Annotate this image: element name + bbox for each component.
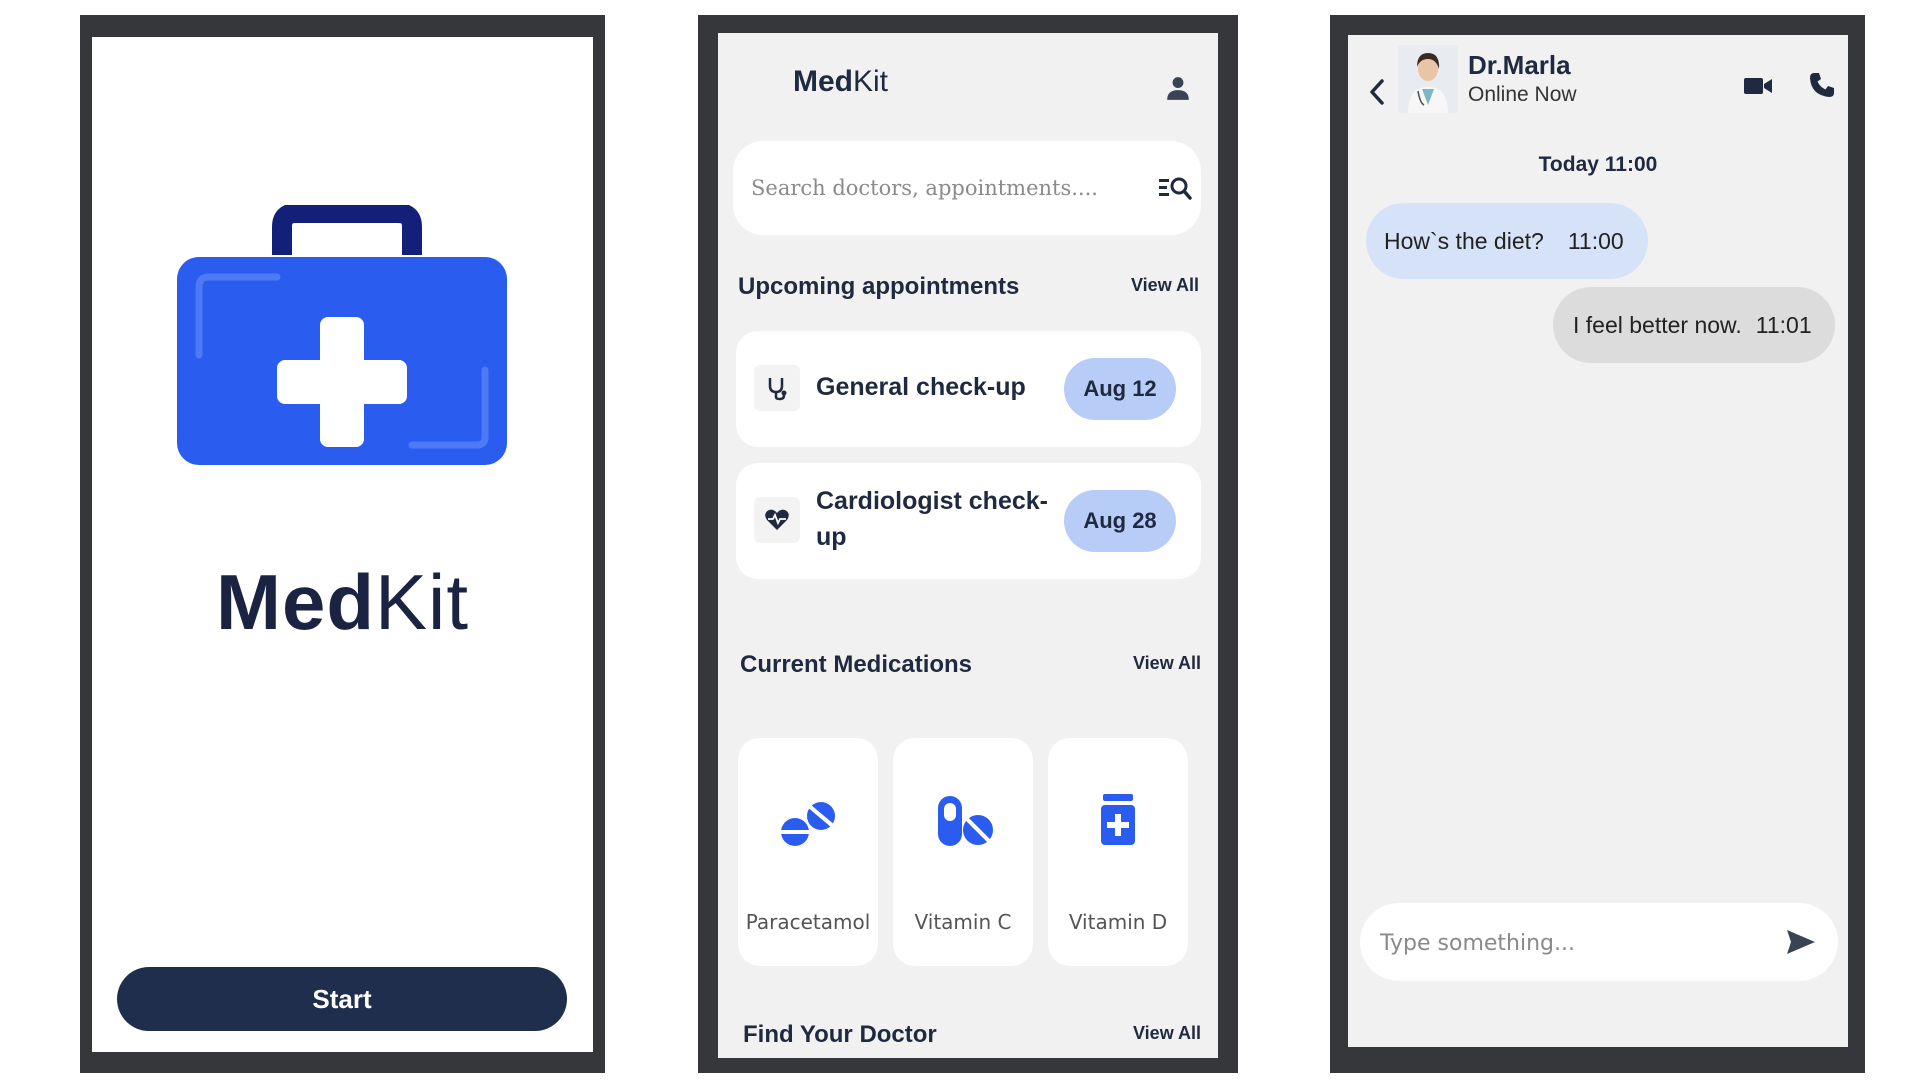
message-time: 11:01 <box>1755 311 1812 338</box>
appointment-title: General check-up <box>816 373 1026 401</box>
stethoscope-icon <box>754 365 800 411</box>
pills-icon <box>938 796 993 846</box>
appointment-date-badge[interactable]: Aug 28 <box>1064 490 1176 552</box>
splash-screen: MedKit Start <box>92 37 593 1052</box>
phone-frame-dashboard: MedKit Upcoming appointments View All <box>698 15 1238 1073</box>
message-time: 11:00 <box>1567 227 1624 254</box>
doctor-name: Dr.Marla <box>1468 50 1571 80</box>
phone-call-icon[interactable] <box>1808 71 1836 99</box>
chat-screen: Dr.Marla Online Now Today 11:00 How`s th… <box>1348 35 1848 1047</box>
message-text: How`s the diet? <box>1384 227 1544 254</box>
medication-name: Vitamin D <box>1068 910 1168 934</box>
phone-frame-splash: MedKit Start <box>80 15 605 1073</box>
video-call-icon[interactable] <box>1743 75 1773 97</box>
top-bar: MedKit <box>718 33 1218 125</box>
app-brand-logo: MedKit <box>215 558 470 646</box>
view-all-appointments-link[interactable]: View All <box>1131 275 1199 296</box>
search-filter-icon[interactable] <box>1158 175 1192 201</box>
current-medications-heading: Current Medications <box>740 651 973 678</box>
chat-date-stamp: Today 11:00 <box>1538 153 1658 176</box>
start-button[interactable]: Start <box>117 967 567 1031</box>
upcoming-appointments-heading: Upcoming appointments <box>738 273 1020 300</box>
online-status: Online Now <box>1468 83 1577 106</box>
view-all-medications-link[interactable]: View All <box>1133 653 1201 674</box>
appointment-date-badge[interactable]: Aug 12 <box>1064 358 1176 420</box>
user-profile-icon[interactable] <box>1165 75 1191 101</box>
send-icon[interactable] <box>1785 927 1817 957</box>
doctor-avatar[interactable] <box>1398 45 1458 113</box>
back-arrow-icon[interactable] <box>1366 77 1388 107</box>
tablets-icon <box>780 802 835 846</box>
medication-card[interactable]: Paracetamol <box>738 738 878 966</box>
search-bar <box>733 141 1201 235</box>
medicine-bottle-icon <box>1101 794 1135 845</box>
medication-card[interactable]: Vitamin C <box>893 738 1033 966</box>
outgoing-message: I feel better now. 11:01 <box>1553 287 1835 363</box>
incoming-message: How`s the diet? 11:00 <box>1366 203 1648 279</box>
find-doctor-heading: Find Your Doctor <box>743 1021 937 1048</box>
view-all-doctors-link[interactable]: View All <box>1133 1023 1201 1044</box>
app-title: MedKit <box>793 65 889 98</box>
first-aid-kit-icon <box>177 205 507 465</box>
medication-name: Vitamin C <box>914 910 1012 934</box>
dashboard-screen: MedKit Upcoming appointments View All <box>718 33 1218 1058</box>
appointment-title: Cardiologist check- up <box>816 487 1048 551</box>
search-input[interactable] <box>751 171 1131 205</box>
appointment-card[interactable]: General check-up Aug 12 <box>736 331 1201 447</box>
medication-name: Paracetamol <box>745 910 871 934</box>
heartbeat-icon <box>754 497 800 543</box>
message-input[interactable] <box>1380 925 1760 961</box>
medication-card[interactable]: Vitamin D <box>1048 738 1188 966</box>
message-text: I feel better now. <box>1573 311 1742 338</box>
message-composer <box>1360 903 1838 981</box>
phone-frame-chat: Dr.Marla Online Now Today 11:00 How`s th… <box>1330 15 1865 1073</box>
appointment-card[interactable]: Cardiologist check- up Aug 28 <box>736 463 1201 579</box>
